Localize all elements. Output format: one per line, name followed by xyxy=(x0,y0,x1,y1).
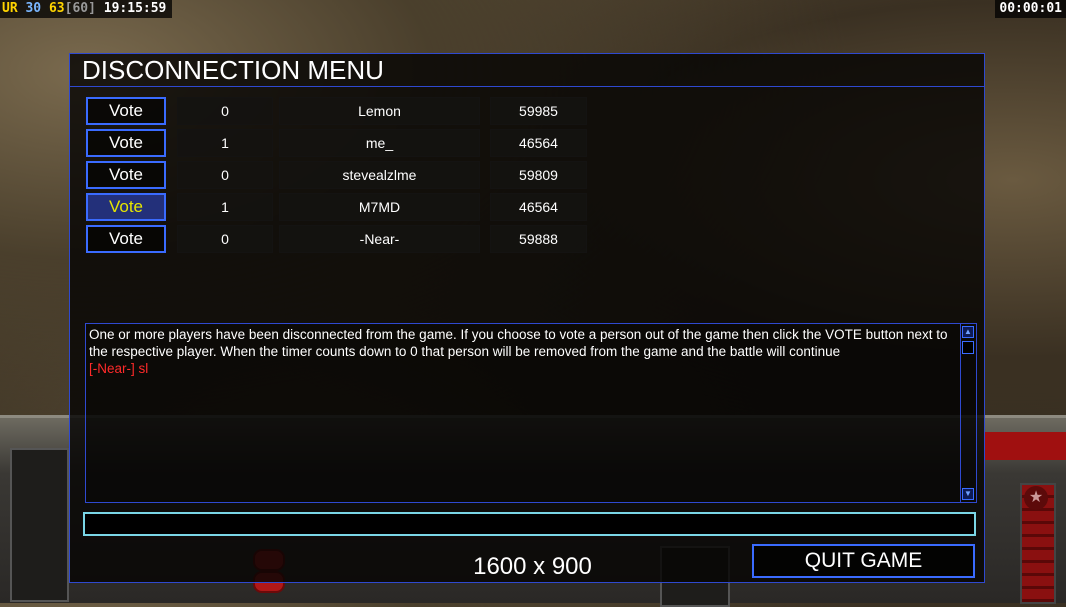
stat-60: [60] xyxy=(64,1,96,16)
player-row: Vote 0 -Near- 59888 xyxy=(70,225,984,255)
vote-count: 0 xyxy=(177,161,273,189)
resolution-label: 1600 x 900 xyxy=(473,553,592,580)
vote-count: 0 xyxy=(177,225,273,253)
chat-scrollbar[interactable]: ▲ ▼ xyxy=(960,324,976,502)
game-timer: 00:00:01 xyxy=(995,0,1066,18)
player-value: 59888 xyxy=(490,225,587,253)
player-name: -Near- xyxy=(279,225,480,253)
player-value: 59985 xyxy=(490,97,587,125)
chat-line: [-Near-] sl xyxy=(89,361,149,376)
hud-red-strip xyxy=(985,432,1066,460)
player-name: stevealzlme xyxy=(279,161,480,189)
vote-button[interactable]: Vote xyxy=(86,97,166,125)
vote-button[interactable]: Vote xyxy=(86,161,166,189)
system-clock: 19:15:59 xyxy=(103,1,167,16)
scroll-thumb[interactable] xyxy=(962,341,974,354)
player-value: 59809 xyxy=(490,161,587,189)
chat-input[interactable] xyxy=(83,512,976,536)
stat-ur: UR xyxy=(2,1,18,16)
player-name: me_ xyxy=(279,129,480,157)
player-row: Vote 0 stevealzlme 59809 xyxy=(70,161,984,191)
player-value: 46564 xyxy=(490,129,587,157)
chat-text: One or more players have been disconnect… xyxy=(89,326,955,377)
vote-count: 1 xyxy=(177,193,273,221)
vote-button[interactable]: Vote xyxy=(86,193,166,221)
quit-game-button[interactable]: QUIT GAME xyxy=(752,544,975,578)
player-row: Vote 1 M7MD 46564 xyxy=(70,193,984,223)
player-row: Vote 1 me_ 46564 xyxy=(70,129,984,159)
scroll-down-arrow-icon[interactable]: ▼ xyxy=(962,488,974,500)
vote-count: 0 xyxy=(177,97,273,125)
stat-30: 30 xyxy=(25,1,42,16)
player-row: Vote 0 Lemon 59985 xyxy=(70,97,984,127)
disconnection-dialog: DISCONNECTION MENU Vote 0 Lemon 59985 Vo… xyxy=(69,53,985,583)
stats-overlay: UR 30 63[60] 19:15:59 xyxy=(0,0,173,18)
vote-button[interactable]: Vote xyxy=(86,129,166,157)
dialog-title: DISCONNECTION MENU xyxy=(70,54,984,87)
star-emblem-icon: ★ xyxy=(1024,486,1048,510)
vote-button[interactable]: Vote xyxy=(86,225,166,253)
player-value: 46564 xyxy=(490,193,587,221)
player-name: M7MD xyxy=(279,193,480,221)
vote-count: 1 xyxy=(177,129,273,157)
scroll-up-arrow-icon[interactable]: ▲ xyxy=(962,326,974,338)
hud-left-panel xyxy=(10,448,69,602)
disconnect-message: One or more players have been disconnect… xyxy=(89,327,948,359)
stat-63: 63 xyxy=(48,1,65,16)
player-name: Lemon xyxy=(279,97,480,125)
chat-log[interactable]: One or more players have been disconnect… xyxy=(85,323,977,503)
